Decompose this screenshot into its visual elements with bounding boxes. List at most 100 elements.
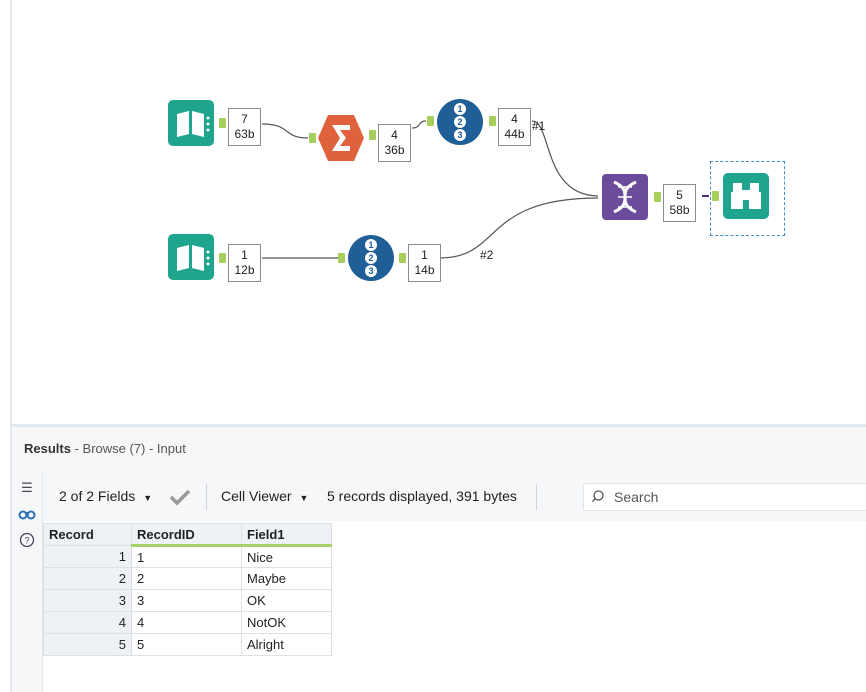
svg-text:3: 3 [368,266,373,276]
connection-label: #1 [532,119,546,133]
record-size: 63b [234,127,255,141]
book-icon [168,234,214,280]
search-icon [592,490,604,502]
input-anchor[interactable] [427,116,434,126]
output-anchor[interactable] [489,116,496,126]
dna-icon [602,174,648,220]
input-data-tool-1[interactable] [168,100,214,146]
svg-text:1: 1 [457,104,462,114]
output-anchor[interactable] [654,192,661,202]
book-icon [168,100,214,146]
record-size: 14b [414,263,435,277]
browse-tool[interactable] [723,173,769,219]
cell-field1[interactable]: Nice [241,545,332,568]
record-count: 4 [511,112,518,126]
record-count: 1 [421,248,428,262]
output-anchor[interactable] [399,253,406,263]
fields-label: 2 of 2 Fields [59,488,136,504]
table-row[interactable]: 2 2 Maybe [43,567,332,590]
results-toolbar: 2 of 2 Fields ▼ Cell Viewer ▼ 5 records di… [43,471,866,521]
record-id-tool-1[interactable]: 1 2 3 [437,99,483,145]
cell-recordid[interactable]: 1 [131,545,242,568]
input-anchor[interactable] [338,253,345,263]
cell-viewer-label: Cell Viewer [221,488,292,504]
connection-label: #2 [480,248,494,262]
record-id-tool-2[interactable]: 1 2 3 [348,235,394,281]
svg-text:2: 2 [368,253,373,263]
table-row[interactable]: 5 5 Alright [43,633,332,656]
column-header-record[interactable]: Record [43,523,132,546]
cell-field1[interactable]: NotOK [241,611,332,634]
results-subtitle: - Browse (7) - Input [70,441,186,456]
table-row[interactable]: 1 1 Nice [43,545,332,568]
checkmark-icon[interactable] [169,488,191,506]
record-size: 12b [234,263,255,277]
list-icon[interactable]: ☰ [18,479,36,497]
sigma-icon [318,115,364,161]
record-number: 3 [43,589,132,612]
table-row[interactable]: 4 4 NotOK [43,611,332,634]
svg-text:3: 3 [457,130,462,140]
record-count: 7 [241,112,248,126]
output-anchor[interactable] [369,130,376,140]
svg-text:2: 2 [457,117,462,127]
output-anchor[interactable] [219,118,226,128]
column-header-field1[interactable]: Field1 [241,523,332,547]
record-number: 4 [43,611,132,634]
record-count: 5 [676,188,683,202]
toolbar-separator [536,484,537,510]
binoculars-icon[interactable] [18,504,36,522]
record-id-icon: 1 2 3 [437,99,483,145]
input-data-tool-2[interactable] [168,234,214,280]
record-count-box: 1 14b [408,244,441,282]
results-title: Results - Browse (7) - Input [24,441,186,456]
output-anchor[interactable] [219,253,226,263]
cell-field1[interactable]: Alright [241,633,332,656]
svg-text:1: 1 [368,240,373,250]
summarize-tool[interactable] [318,115,364,161]
column-header-recordid[interactable]: RecordID [131,523,242,547]
table-row[interactable]: 3 3 OK [43,589,332,612]
record-count-box: 4 44b [498,108,531,146]
cell-recordid[interactable]: 2 [131,567,242,590]
cell-field1[interactable]: OK [241,589,332,612]
record-id-icon: 1 2 3 [348,235,394,281]
records-info: 5 records displayed, 391 bytes [327,488,517,504]
cell-recordid[interactable]: 3 [131,589,242,612]
record-number: 5 [43,633,132,656]
cell-recordid[interactable]: 4 [131,611,242,634]
connection-summarize-recordid1 [411,120,427,129]
record-count: 1 [241,248,248,262]
record-count-box: 7 63b [228,108,261,146]
record-count: 4 [391,128,398,142]
record-size: 36b [384,143,405,157]
cell-viewer-dropdown[interactable]: Cell Viewer ▼ [221,488,308,504]
caret-down-icon: ▼ [143,493,153,503]
results-side-toolbar: ☰ ? [12,471,43,692]
fields-dropdown[interactable]: 2 of 2 Fields ▼ [59,488,152,504]
help-icon[interactable]: ? [18,531,36,549]
caret-down-icon: ▼ [299,493,309,503]
connection-input1-summarize [261,123,309,139]
record-count-box: 4 36b [378,124,411,162]
toolbar-separator [206,484,207,510]
input-anchor[interactable] [309,133,316,143]
record-number: 2 [43,567,132,590]
search-box[interactable] [583,483,866,511]
record-number: 1 [43,545,132,568]
workflow-canvas[interactable]: 7 63b 4 36b 1 2 3 4 44b #1 1 12b 1 2 3 1… [12,0,866,424]
input-anchor[interactable] [712,191,719,201]
cell-field1[interactable]: Maybe [241,567,332,590]
search-input[interactable] [612,488,856,506]
table-header-row: Record RecordID Field1 [43,523,332,547]
binoculars-icon [723,173,769,219]
union-tool[interactable] [602,174,648,220]
svg-text:?: ? [24,536,29,546]
cell-recordid[interactable]: 5 [131,633,242,656]
results-label: Results [24,441,71,456]
record-count-box: 5 58b [663,184,696,222]
record-size: 58b [669,203,690,217]
record-count-box: 1 12b [228,244,261,282]
results-grid[interactable]: Record RecordID Field1 1 1 Nice 2 2 Mayb… [43,523,332,656]
record-size: 44b [504,127,525,141]
